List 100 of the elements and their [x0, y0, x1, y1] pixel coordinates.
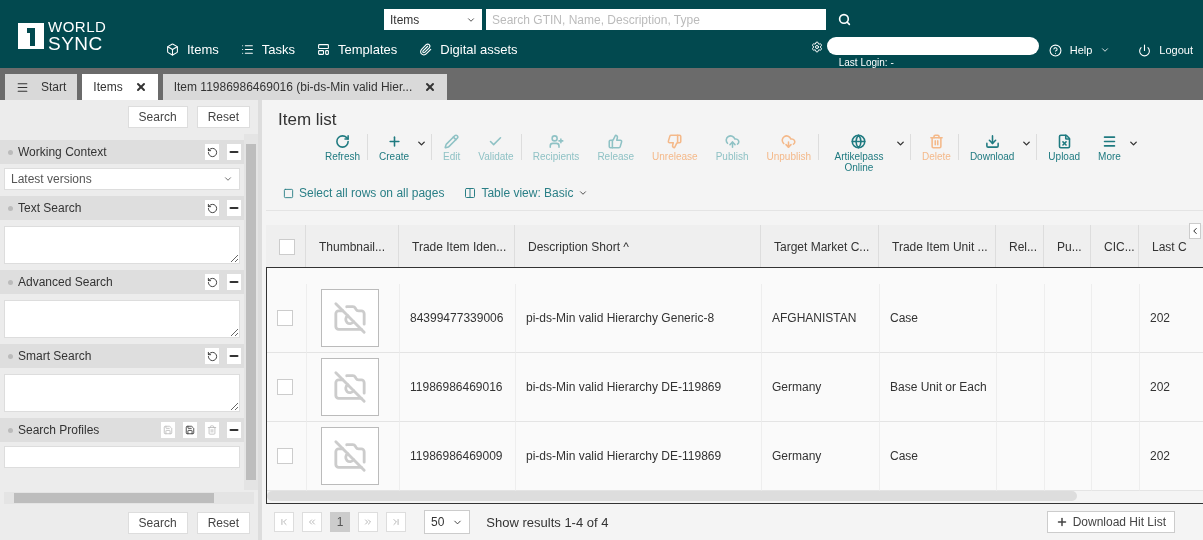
table-cell: bi-ds-Min valid Hierarchy DE-119869: [516, 353, 762, 422]
column-header[interactable]: Target Market C...: [761, 225, 879, 267]
search-button[interactable]: Search: [127, 512, 188, 534]
tab[interactable]: Item 11986986469016 (bi-ds-Min valid Hier...: [162, 74, 448, 100]
table-cell: 11986986469016: [400, 353, 516, 422]
collapse-icon[interactable]: [227, 348, 241, 364]
results-summary: Show results 1-4 of 4: [486, 514, 609, 530]
column-header[interactable]: Description Short ^: [515, 225, 761, 267]
page-size-select[interactable]: 50: [424, 510, 471, 534]
table-cell: Germany: [762, 353, 880, 422]
column-header[interactable]: Last C: [1139, 225, 1203, 267]
table-cell: Germany: [762, 422, 880, 491]
profile-field[interactable]: [4, 446, 240, 468]
nav-item[interactable]: Tasks: [240, 42, 296, 57]
paperclip-icon: [419, 43, 433, 56]
scope-select[interactable]: Items: [384, 9, 482, 30]
table-cell: Case: [880, 284, 997, 353]
save-icon[interactable]: [183, 422, 197, 438]
checkbox[interactable]: [277, 379, 293, 395]
collapse-icon[interactable]: [227, 274, 241, 290]
toolbar-button[interactable]: More: [1091, 134, 1128, 162]
search-field[interactable]: Search GTIN, Name, Description, Type: [486, 9, 826, 30]
add-user-icon: [548, 134, 564, 149]
table-cell: 11986986469009: [400, 422, 516, 491]
search-button[interactable]: Search: [127, 106, 188, 128]
caret-icon: [223, 174, 233, 184]
reset-button[interactable]: Reset: [196, 512, 250, 534]
cube-icon: [166, 43, 179, 56]
page-button[interactable]: 1: [330, 512, 350, 532]
nav-item[interactable]: Items: [166, 42, 219, 57]
toolbar-button[interactable]: Artikelpass Online: [822, 134, 895, 173]
close-icon[interactable]: [424, 81, 437, 93]
reset-icon[interactable]: [205, 144, 219, 160]
section-title: Search Profiles: [18, 423, 101, 437]
caret-icon: [1100, 45, 1111, 55]
settings-icon[interactable]: [810, 41, 823, 53]
globe-icon: [851, 134, 867, 149]
column-header[interactable]: Pu...: [1044, 225, 1091, 267]
trash-icon: [928, 134, 944, 149]
collapse-icon[interactable]: [227, 144, 241, 160]
plus-icon: [1055, 516, 1068, 528]
scrollbar[interactable]: [244, 134, 258, 490]
column-header[interactable]: Trade Item Iden...: [399, 225, 515, 267]
reset-button[interactable]: Reset: [196, 106, 250, 128]
table-view-link[interactable]: Table view: Basic: [464, 186, 589, 200]
checkbox[interactable]: [277, 448, 293, 464]
no-image-icon: [321, 289, 379, 347]
table-cell: pi-ds-Min valid Hierarchy DE-119869: [516, 422, 762, 491]
section-title: Text Search: [18, 201, 83, 215]
column-header[interactable]: Thumbnail...: [306, 225, 399, 267]
section-title: Advanced Search: [18, 275, 114, 289]
table-cell: Base Unit or Each: [880, 353, 997, 422]
scrollbar[interactable]: [4, 492, 254, 504]
nav-item[interactable]: Digital assets: [419, 42, 518, 57]
section-title: Working Context: [18, 145, 108, 159]
column-header[interactable]: CIC...: [1091, 225, 1139, 267]
table-cell: [997, 422, 1045, 491]
search-icon[interactable]: [836, 11, 853, 28]
nav-item[interactable]: Templates: [317, 42, 398, 57]
reset-icon[interactable]: [205, 348, 219, 364]
help-menu[interactable]: Help: [1048, 43, 1111, 57]
tab[interactable]: Items: [82, 74, 158, 100]
checkbox[interactable]: [279, 239, 295, 255]
logo-icon: [18, 23, 44, 49]
last-login-text: Last Login: -: [837, 57, 895, 68]
menu-icon: [16, 80, 29, 94]
caret-icon: [578, 188, 589, 198]
select-all-link[interactable]: Select all rows on all pages: [283, 186, 445, 200]
toolbar-button[interactable]: Upload: [1041, 134, 1088, 162]
bullet-icon: [8, 427, 13, 433]
toolbar-button[interactable]: Download: [962, 134, 1022, 162]
collapse-icon[interactable]: [227, 200, 241, 216]
reset-icon[interactable]: [205, 200, 219, 216]
logout-link[interactable]: Logout: [1138, 43, 1193, 57]
bullet-icon: [8, 353, 13, 359]
help-icon: [1048, 43, 1062, 57]
scrollbar[interactable]: [267, 491, 1203, 503]
toolbar-button[interactable]: Refresh: [318, 134, 367, 162]
context-select[interactable]: Latest versions: [4, 168, 240, 190]
column-header[interactable]: Rel...: [996, 225, 1044, 267]
logo-text: SYNC: [48, 34, 104, 53]
download-icon: [984, 134, 1000, 149]
thumbs-up-icon: [608, 134, 624, 149]
cloud-upload-icon: [724, 134, 740, 149]
logo-text: WORLD: [48, 19, 107, 34]
toolbar-button[interactable]: Create: [372, 134, 417, 162]
download-hit-list-button[interactable]: Download Hit List: [1046, 511, 1175, 533]
list-icon: [240, 43, 254, 56]
cloud-download-icon: [781, 134, 797, 149]
tab[interactable]: Start: [5, 74, 78, 100]
checkbox[interactable]: [277, 310, 293, 326]
spreadsheet-icon: [1056, 134, 1072, 149]
collapse-icon[interactable]: [227, 422, 241, 438]
no-image-icon: [321, 427, 379, 485]
bullet-icon: [8, 149, 13, 155]
close-icon[interactable]: [134, 81, 147, 93]
column-header[interactable]: Trade Item Unit ...: [879, 225, 996, 267]
table-cell: [1045, 422, 1092, 491]
reset-icon[interactable]: [205, 274, 219, 290]
collapse-panel-icon[interactable]: [1189, 223, 1201, 239]
